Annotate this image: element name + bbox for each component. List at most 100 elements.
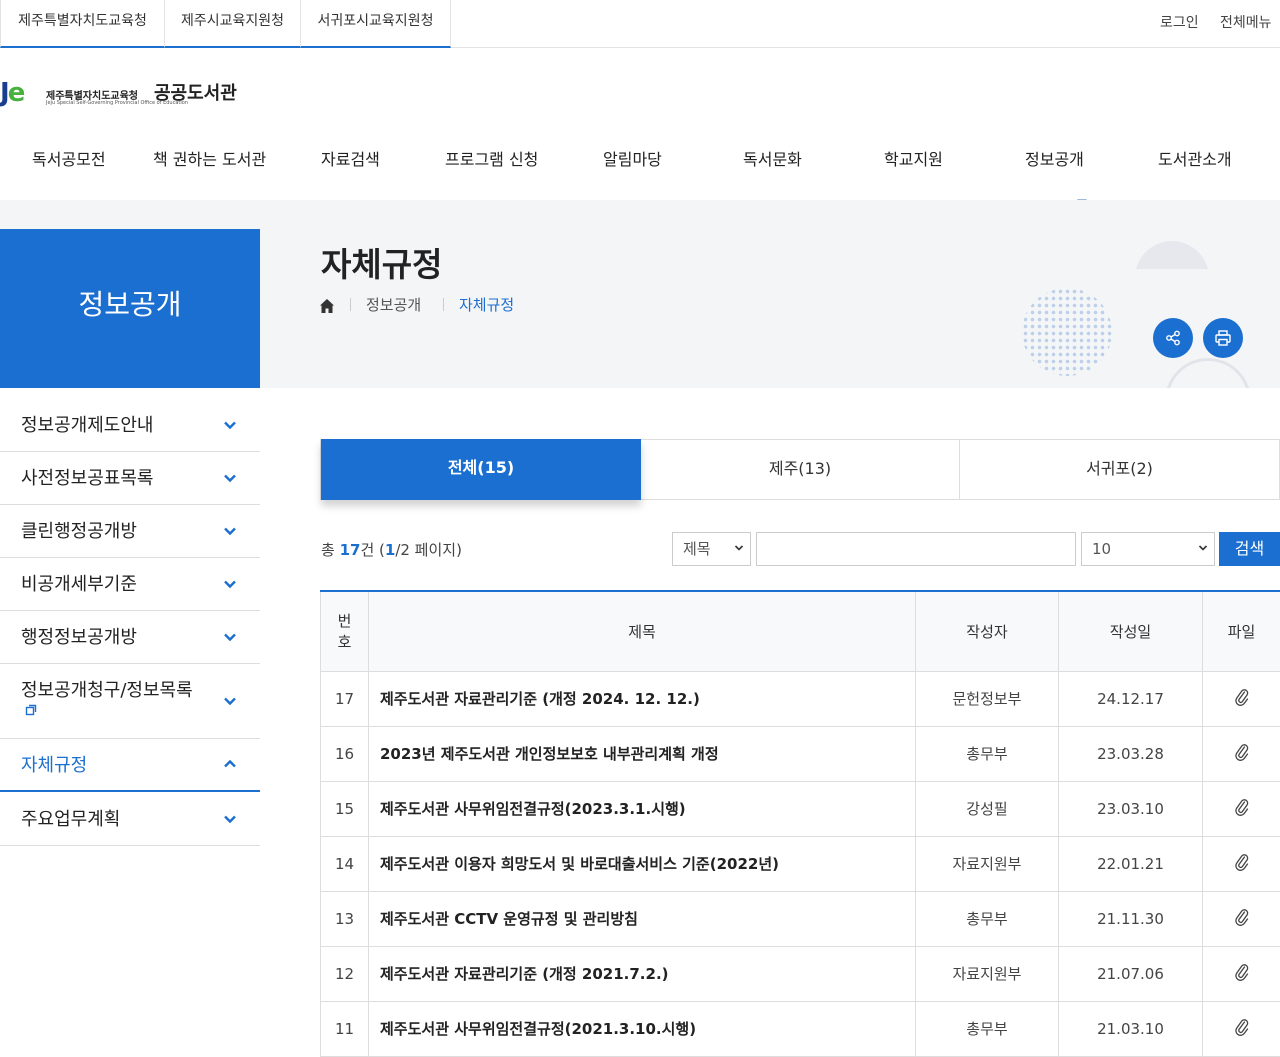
gnb-item-about[interactable]: 도서관소개 xyxy=(1158,146,1232,170)
sidebar-item-label: 정보공개제도안내 xyxy=(21,411,153,437)
table-row[interactable]: 13제주도서관 CCTV 운영규정 및 관리방침총무부21.11.30 xyxy=(321,891,1280,946)
chevron-down-icon xyxy=(222,523,238,539)
search-button[interactable]: 검색 xyxy=(1219,532,1280,566)
attachment-icon[interactable] xyxy=(1203,836,1280,891)
site-logo[interactable]: Je 제주특별자치도교육청 Jeju Special Self-Governin… xyxy=(0,78,260,110)
sidebar-item-label: 자체규정 xyxy=(21,751,87,777)
share-button[interactable] xyxy=(1153,318,1193,358)
sidebar-item-pre-disclosure[interactable]: 사전정보공표목록 xyxy=(0,452,260,505)
chevron-down-icon xyxy=(222,470,238,486)
gnb-item-culture[interactable]: 독서문화 xyxy=(743,146,802,170)
row-number: 15 xyxy=(321,781,369,836)
gnb-item-notice[interactable]: 알림마당 xyxy=(603,146,662,170)
sidebar-item-system-guide[interactable]: 정보공개제도안내 xyxy=(0,397,260,452)
tab-all[interactable]: 전체(15) xyxy=(321,439,641,500)
logo-mark: Je xyxy=(0,78,23,108)
gnb-item-info[interactable]: 정보공개 xyxy=(1025,146,1084,170)
column-header-date: 작성일 xyxy=(1059,591,1203,671)
sidebar-item-label: 정보공개청구/정보목록 xyxy=(21,676,193,702)
row-date: 21.07.06 xyxy=(1059,946,1203,1001)
sidebar-item-work-plan[interactable]: 주요업무계획 xyxy=(0,792,260,846)
table-row[interactable]: 162023년 제주도서관 개인정보보호 내부관리계획 개정총무부23.03.2… xyxy=(321,726,1280,781)
chevron-down-icon xyxy=(222,693,238,709)
row-title-link[interactable]: 제주도서관 자료관리기준 (개정 2021.7.2.) xyxy=(369,946,916,1001)
breadcrumb-item[interactable]: 정보공개 xyxy=(366,294,421,315)
sidebar-item-label: 행정정보공개방 xyxy=(21,623,137,649)
row-title-link[interactable]: 2023년 제주도서관 개인정보보호 내부관리계획 개정 xyxy=(369,726,916,781)
row-author: 문헌정보부 xyxy=(916,671,1059,726)
row-title-link[interactable]: 제주도서관 자료관리기준 (개정 2024. 12. 12.) xyxy=(369,671,916,726)
row-number: 16 xyxy=(321,726,369,781)
home-icon[interactable] xyxy=(319,298,335,314)
row-author: 총무부 xyxy=(916,891,1059,946)
sidebar-item-clean-admin[interactable]: 클린행정공개방 xyxy=(0,505,260,558)
print-button[interactable] xyxy=(1203,318,1243,358)
search-input[interactable] xyxy=(756,532,1076,566)
tab-jeju[interactable]: 제주(13) xyxy=(641,440,960,499)
attachment-icon[interactable] xyxy=(1203,671,1280,726)
row-author: 총무부 xyxy=(916,1001,1059,1056)
row-title-link[interactable]: 제주도서관 사무위임전결규정(2023.3.1.시행) xyxy=(369,781,916,836)
decorative-ring xyxy=(1165,358,1251,444)
attachment-icon[interactable] xyxy=(1203,946,1280,1001)
row-number: 13 xyxy=(321,891,369,946)
gnb-item-recommend[interactable]: 책 권하는 도서관 xyxy=(153,146,266,170)
sidebar-title: 정보공개 xyxy=(0,229,260,388)
full-menu-link[interactable]: 전체메뉴 xyxy=(1220,12,1272,32)
row-date: 23.03.10 xyxy=(1059,781,1203,836)
table-row[interactable]: 17제주도서관 자료관리기준 (개정 2024. 12. 12.)문헌정보부24… xyxy=(321,671,1280,726)
top-tab-seogwipo[interactable]: 서귀포시교육지원청 xyxy=(300,0,451,48)
printer-icon xyxy=(1214,329,1232,347)
column-header-title: 제목 xyxy=(369,591,916,671)
table-row[interactable]: 11제주도서관 사무위임전결규정(2021.3.10.시행)총무부21.03.1… xyxy=(321,1001,1280,1056)
breadcrumb-separator xyxy=(443,298,444,311)
chevron-down-icon xyxy=(222,811,238,827)
top-tab-jeju-office[interactable]: 제주특별자치도교육청 xyxy=(0,0,165,48)
login-link[interactable]: 로그인 xyxy=(1160,12,1199,32)
gnb-item-search[interactable]: 자료검색 xyxy=(321,146,380,170)
chevron-down-icon xyxy=(1198,543,1208,553)
page-title: 자체규정 xyxy=(321,238,442,286)
search-field-select[interactable]: 제목 xyxy=(672,532,751,566)
table-row[interactable]: 15제주도서관 사무위임전결규정(2023.3.1.시행)강성필23.03.10 xyxy=(321,781,1280,836)
row-title-link[interactable]: 제주도서관 이용자 희망도서 및 바로대출서비스 기준(2022년) xyxy=(369,836,916,891)
column-header-file: 파일 xyxy=(1203,591,1280,671)
sidebar-item-label: 주요업무계획 xyxy=(21,805,120,831)
column-header-number: 번호 xyxy=(321,591,369,671)
logo-library-name: 공공도서관 xyxy=(154,79,237,105)
region-tabs: 전체(15) 제주(13) 서귀포(2) xyxy=(320,439,1280,500)
result-summary: 총 17건 (1/2 페이지) xyxy=(321,539,462,560)
attachment-icon[interactable] xyxy=(1203,781,1280,836)
row-author: 자료지원부 xyxy=(916,946,1059,1001)
tab-seogwipo[interactable]: 서귀포(2) xyxy=(960,440,1279,499)
sidebar-item-nondisclosure[interactable]: 비공개세부기준 xyxy=(0,558,260,611)
table-row[interactable]: 14제주도서관 이용자 희망도서 및 바로대출서비스 기준(2022년)자료지원… xyxy=(321,836,1280,891)
gnb-item-program[interactable]: 프로그램 신청 xyxy=(445,146,538,170)
gnb-item-school[interactable]: 학교지원 xyxy=(884,146,943,170)
new-window-icon xyxy=(25,704,37,716)
page-size-value: 10 xyxy=(1092,540,1111,558)
decorative-dot-pattern xyxy=(1022,288,1112,376)
attachment-icon[interactable] xyxy=(1203,726,1280,781)
sidebar-item-label: 사전정보공표목록 xyxy=(21,464,153,490)
row-title-link[interactable]: 제주도서관 CCTV 운영규정 및 관리방침 xyxy=(369,891,916,946)
sidebar-item-admin-info[interactable]: 행정정보공개방 xyxy=(0,611,260,664)
top-tab-jeju-city[interactable]: 제주시교육지원청 xyxy=(164,0,301,48)
row-number: 12 xyxy=(321,946,369,1001)
chevron-up-icon xyxy=(222,756,238,772)
sidebar-item-request[interactable]: 정보공개청구/정보목록 xyxy=(0,664,260,739)
attachment-icon[interactable] xyxy=(1203,891,1280,946)
row-number: 11 xyxy=(321,1001,369,1056)
row-title-link[interactable]: 제주도서관 사무위임전결규정(2021.3.10.시행) xyxy=(369,1001,916,1056)
table-row[interactable]: 12제주도서관 자료관리기준 (개정 2021.7.2.)자료지원부21.07.… xyxy=(321,946,1280,1001)
gnb-item-contest[interactable]: 독서공모전 xyxy=(32,146,106,170)
sidebar-item-internal-rules[interactable]: 자체규정 xyxy=(0,739,260,792)
row-date: 24.12.17 xyxy=(1059,671,1203,726)
row-author: 자료지원부 xyxy=(916,836,1059,891)
column-header-author: 작성자 xyxy=(916,591,1059,671)
top-utility-bar: 제주특별자치도교육청 제주시교육지원청 서귀포시교육지원청 로그인 전체메뉴 xyxy=(0,0,1280,48)
attachment-icon[interactable] xyxy=(1203,1001,1280,1056)
page-size-select[interactable]: 10 xyxy=(1081,532,1215,566)
chevron-down-icon xyxy=(734,543,744,553)
chevron-down-icon xyxy=(222,629,238,645)
